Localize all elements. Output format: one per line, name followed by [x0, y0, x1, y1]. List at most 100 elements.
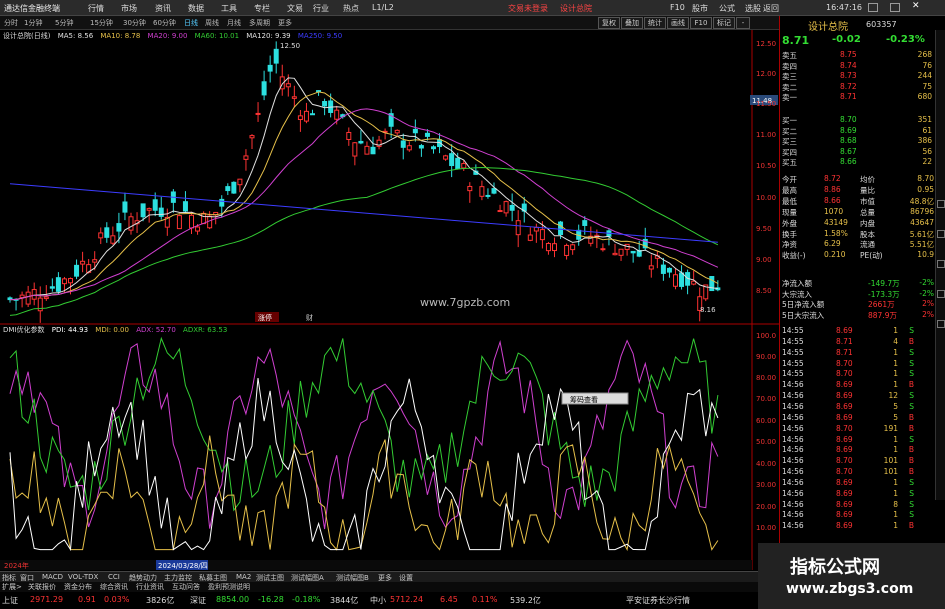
event-mark[interactable]: 财 [306, 313, 313, 322]
menu-right-item[interactable]: 股市 [692, 3, 708, 14]
stat-row[interactable]: 外盘 43149 内盘 43647 [780, 218, 938, 228]
ask-row[interactable]: 卖四 8.74 76 [780, 61, 938, 71]
menu-item[interactable]: 市场 [121, 3, 137, 14]
flow-row[interactable]: 5日净流入额 2661万 2% [780, 299, 938, 309]
index-name[interactable]: 上证 [2, 595, 18, 606]
login-alert[interactable]: 交易未登录 [508, 3, 548, 14]
stock-link[interactable]: 设计总院 [560, 3, 592, 14]
flow-row[interactable]: 大宗流入 -173.3万 -2% [780, 289, 938, 299]
tick-row[interactable]: 14:56 8.69 1 S [780, 478, 938, 488]
left-arrow-icon[interactable] [937, 290, 945, 298]
menu-item[interactable]: 行业 [313, 3, 329, 14]
period-button[interactable]: 分时 [4, 18, 18, 28]
period-button[interactable]: 周线 [205, 18, 219, 28]
menu-item[interactable]: 数据 [188, 3, 204, 14]
tick-row[interactable]: 14:55 8.71 1 S [780, 348, 938, 358]
bid-row[interactable]: 买二 8.69 61 [780, 126, 938, 136]
period-button[interactable]: 5分钟 [55, 18, 73, 28]
menu-item[interactable]: 热点 [343, 3, 359, 14]
tick-row[interactable]: 14:56 8.69 12 S [780, 391, 938, 401]
ext-tab[interactable]: 互动问答 [172, 582, 200, 592]
menu-right-item[interactable]: 公式 [719, 3, 735, 14]
bid-row[interactable]: 买四 8.67 56 [780, 147, 938, 157]
tick-row[interactable]: 14:56 8.70 191 B [780, 424, 938, 434]
period-button[interactable]: 更多 [278, 18, 292, 28]
ext-tab[interactable]: 关联报价 [28, 582, 56, 592]
period-button[interactable]: 1分钟 [24, 18, 42, 28]
toolbar-button[interactable]: 标记 [713, 17, 735, 29]
minimize-icon[interactable] [868, 3, 878, 12]
menu-right-item[interactable]: 返回 [763, 3, 779, 14]
stat-row[interactable]: 今开 8.72 均价 8.70 [780, 174, 938, 184]
toolbar-button[interactable]: F10 [690, 17, 712, 29]
menu-item[interactable]: 文易 [287, 3, 303, 14]
toolbar-button[interactable]: 统计 [644, 17, 666, 29]
tab[interactable]: MACD [42, 573, 63, 581]
period-button[interactable]: 月线 [227, 18, 241, 28]
toolbar-button[interactable]: - [736, 17, 750, 29]
index-name[interactable]: 中小 [370, 595, 386, 606]
menu-item[interactable]: 工具 [221, 3, 237, 14]
stat-row[interactable]: 换手 1.58% 股本 5.61亿 [780, 229, 938, 239]
zoom-out-icon[interactable] [937, 260, 945, 268]
menu-right-item[interactable]: F10 [670, 3, 685, 12]
tick-row[interactable]: 14:56 8.69 5 S [780, 402, 938, 412]
tick-row[interactable]: 14:56 8.69 1 B [780, 380, 938, 390]
period-button[interactable]: 30分钟 [123, 18, 146, 28]
tick-row[interactable]: 14:55 8.70 1 S [780, 369, 938, 379]
tab[interactable]: VOL-TDX [68, 573, 98, 581]
tick-row[interactable]: 14:56 8.69 1 B [780, 445, 938, 455]
ext-tab[interactable]: 综合资讯 [100, 582, 128, 592]
tick-row[interactable]: 14:56 8.69 1 S [780, 510, 938, 520]
menu-item[interactable]: 资讯 [155, 3, 171, 14]
toolbar-button[interactable]: 叠加 [621, 17, 643, 29]
flow-row[interactable]: 净流入额 -149.7万 -2% [780, 278, 938, 288]
index-name[interactable]: 深证 [190, 595, 206, 606]
tab[interactable]: MA2 [236, 573, 251, 581]
ext-tab[interactable]: 盈利预测说明 [208, 582, 250, 592]
ask-row[interactable]: 卖一 8.71 680 [780, 92, 938, 102]
menu-item[interactable]: 专栏 [254, 3, 270, 14]
toolbar-button[interactable]: 画线 [667, 17, 689, 29]
stat-row[interactable]: 净资 6.29 流通 5.51亿 [780, 239, 938, 249]
ask-row[interactable]: 卖五 8.75 268 [780, 50, 938, 60]
tick-row[interactable]: 14:56 8.69 1 S [780, 489, 938, 499]
toolbar-button[interactable]: 复权 [598, 17, 620, 29]
tick-row[interactable]: 14:56 8.69 1 S [780, 435, 938, 445]
right-arrow-icon[interactable] [937, 320, 945, 328]
period-button[interactable]: 多周期 [249, 18, 270, 28]
flow-row[interactable]: 5日大宗流入 887.9万 2% [780, 310, 938, 320]
tick-row[interactable]: 14:56 8.69 1 B [780, 521, 938, 531]
period-button[interactable]: 60分钟 [153, 18, 176, 28]
menu-right-item[interactable]: 选股 [745, 3, 761, 14]
stat-row[interactable]: 收益(-) 0.210 PE(动) 10.9 [780, 250, 938, 260]
ext-tab[interactable]: 扩展> [2, 582, 22, 592]
ask-row[interactable]: 卖三 8.73 244 [780, 71, 938, 81]
period-button-active[interactable]: 日线 [184, 18, 198, 28]
stat-row[interactable]: 最高 8.86 量比 0.95 [780, 185, 938, 195]
ask-row[interactable]: 卖二 8.72 75 [780, 82, 938, 92]
tick-row[interactable]: 14:56 8.70 101 B [780, 456, 938, 466]
chart-canvas[interactable]: 11.48 12.50 8.16 www.7gpzb.com 涨停 财 筹码查看… [0, 30, 779, 570]
tick-row[interactable]: 14:55 8.69 1 S [780, 326, 938, 336]
stat-row[interactable]: 最低 8.66 市值 48.8亿 [780, 196, 938, 206]
tick-row[interactable]: 14:55 8.71 4 B [780, 337, 938, 347]
ext-tab[interactable]: 资金分布 [64, 582, 92, 592]
tick-row[interactable]: 14:56 8.70 101 B [780, 467, 938, 477]
maximize-icon[interactable] [890, 3, 900, 12]
period-button[interactable]: 15分钟 [90, 18, 113, 28]
tick-row[interactable]: 14:55 8.70 1 S [780, 359, 938, 369]
menu-item[interactable]: L1/L2 [372, 3, 394, 12]
menu-item[interactable]: 行情 [88, 3, 104, 14]
settings-icon[interactable] [937, 200, 945, 208]
bid-row[interactable]: 买五 8.66 22 [780, 157, 938, 167]
bid-row[interactable]: 买一 8.70 351 [780, 115, 938, 125]
zoom-in-icon[interactable] [937, 230, 945, 238]
ext-tab[interactable]: 行业资讯 [136, 582, 164, 592]
tick-row[interactable]: 14:56 8.69 8 S [780, 500, 938, 510]
tab[interactable]: CCI [108, 573, 120, 581]
tick-row[interactable]: 14:56 8.69 5 B [780, 413, 938, 423]
bid-row[interactable]: 买三 8.68 386 [780, 136, 938, 146]
stat-row[interactable]: 现量 1070 总量 86796 [780, 207, 938, 217]
close-icon[interactable]: ✕ [912, 1, 920, 11]
